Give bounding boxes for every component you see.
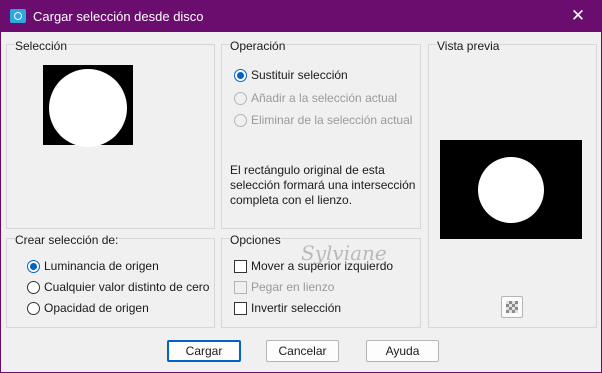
radio-sustituir[interactable]: Sustituir selección [234,68,348,82]
info-line: completa con el lienzo. [230,193,353,207]
radio-button[interactable] [234,68,247,82]
vista-previa-label: Vista previa [437,39,500,53]
dialog-window: Cargar selección desde disco ✕ Selección… [0,0,602,373]
selection-thumbnail[interactable] [43,65,133,147]
operacion-label: Operación [230,39,286,53]
radio-eliminar[interactable]: Eliminar de la selección actual [234,113,412,127]
cancel-button[interactable]: Cancelar [266,340,339,362]
radio-label: Cualquier valor distinto de cero [44,280,210,294]
intersection-info: El rectángulo original de esta selección… [230,163,415,208]
camera-icon [10,9,26,23]
preview-image [440,140,582,239]
window-title: Cargar selección desde disco [33,9,204,24]
preview-circle [478,157,544,223]
info-line: selección formará una intersección [230,178,416,192]
title-bar: Cargar selección desde disco ✕ [1,1,601,32]
radio-button[interactable] [27,301,40,315]
checkbox-label: Invertir selección [251,301,342,315]
radio-anadir[interactable]: Añadir a la selección actual [234,91,397,105]
checkbox[interactable] [234,280,247,294]
thumbnail-circle [49,69,127,147]
radio-label: Eliminar de la selección actual [251,113,413,127]
help-button[interactable]: Ayuda [366,340,439,362]
radio-opacidad[interactable]: Opacidad de origen [27,301,149,315]
checkbox[interactable] [234,259,247,273]
radio-cualquier-valor[interactable]: Cualquier valor distinto de cero [27,280,209,294]
check-invertir[interactable]: Invertir selección [234,301,341,315]
close-button[interactable]: ✕ [555,1,601,32]
opciones-label: Opciones [230,233,281,247]
radio-label: Luminancia de origen [44,259,159,273]
radio-button[interactable] [234,113,247,127]
radio-luminancia[interactable]: Luminancia de origen [27,259,159,273]
radio-button[interactable] [27,280,40,294]
load-button[interactable]: Cargar [167,340,241,362]
radio-label: Sustituir selección [251,68,348,82]
watermark: Sylviane [301,241,387,265]
check-pegar[interactable]: Pegar en lienzo [234,280,334,294]
info-line: El rectángulo original de esta [230,163,385,177]
radio-button[interactable] [27,259,40,273]
crear-label: Crear selección de: [15,233,119,247]
seleccion-label: Selección [15,39,68,53]
checkerboard-icon[interactable] [501,296,523,318]
checkbox-label: Pegar en lienzo [251,280,335,294]
radio-button[interactable] [234,91,247,105]
checkbox[interactable] [234,301,247,315]
radio-label: Opacidad de origen [44,301,149,315]
radio-label: Añadir a la selección actual [251,91,398,105]
